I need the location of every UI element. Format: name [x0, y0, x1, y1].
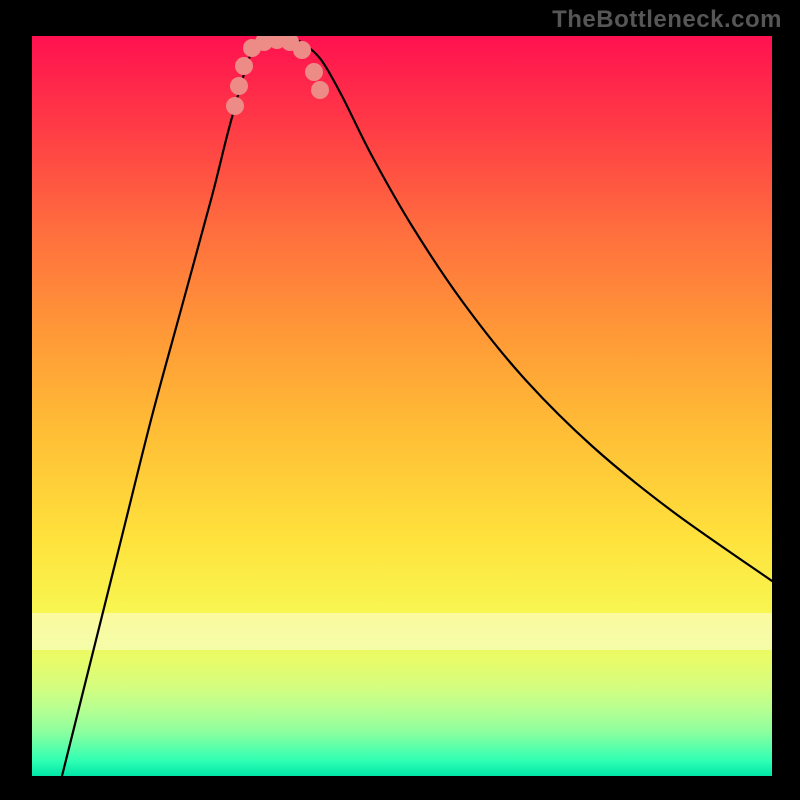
watermark: TheBottleneck.com: [552, 6, 782, 34]
marker-dot: [305, 63, 323, 81]
marker-dot: [311, 81, 329, 99]
highlight-markers: [226, 36, 329, 115]
marker-dot: [230, 77, 248, 95]
bottleneck-curve: [62, 38, 772, 776]
marker-dot: [235, 57, 253, 75]
plot-area: [32, 36, 772, 776]
marker-dot: [293, 41, 311, 59]
curve-layer: [32, 36, 772, 776]
chart-frame: TheBottleneck.com: [0, 0, 800, 800]
marker-dot: [226, 97, 244, 115]
